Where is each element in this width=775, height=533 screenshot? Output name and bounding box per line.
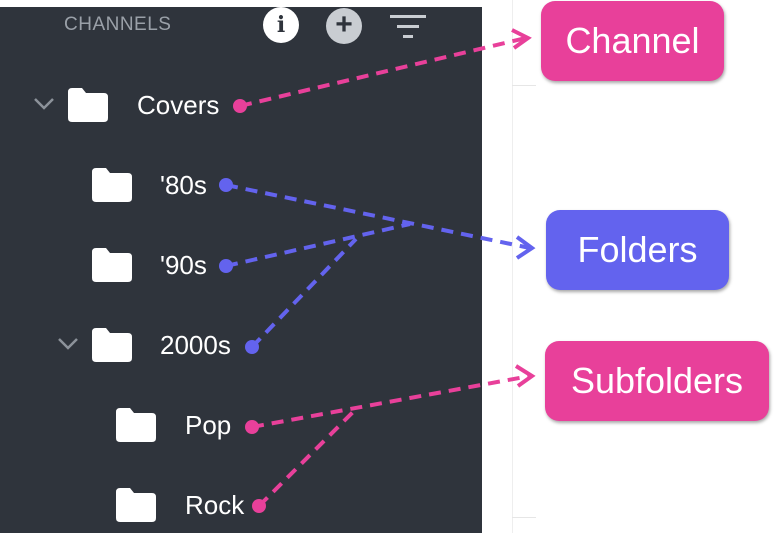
folders-callout-label: Folders bbox=[577, 229, 698, 270]
subfolders-connector bbox=[245, 364, 536, 513]
subfolders-callout: Subfolders bbox=[545, 341, 769, 421]
channel-connector bbox=[233, 28, 532, 113]
folders-callout: Folders bbox=[546, 210, 729, 290]
channel-callout: Channel bbox=[541, 1, 724, 81]
subfolders-callout-label: Subfolders bbox=[570, 360, 744, 401]
folders-connector bbox=[219, 178, 536, 354]
channel-callout-label: Channel bbox=[565, 20, 700, 61]
